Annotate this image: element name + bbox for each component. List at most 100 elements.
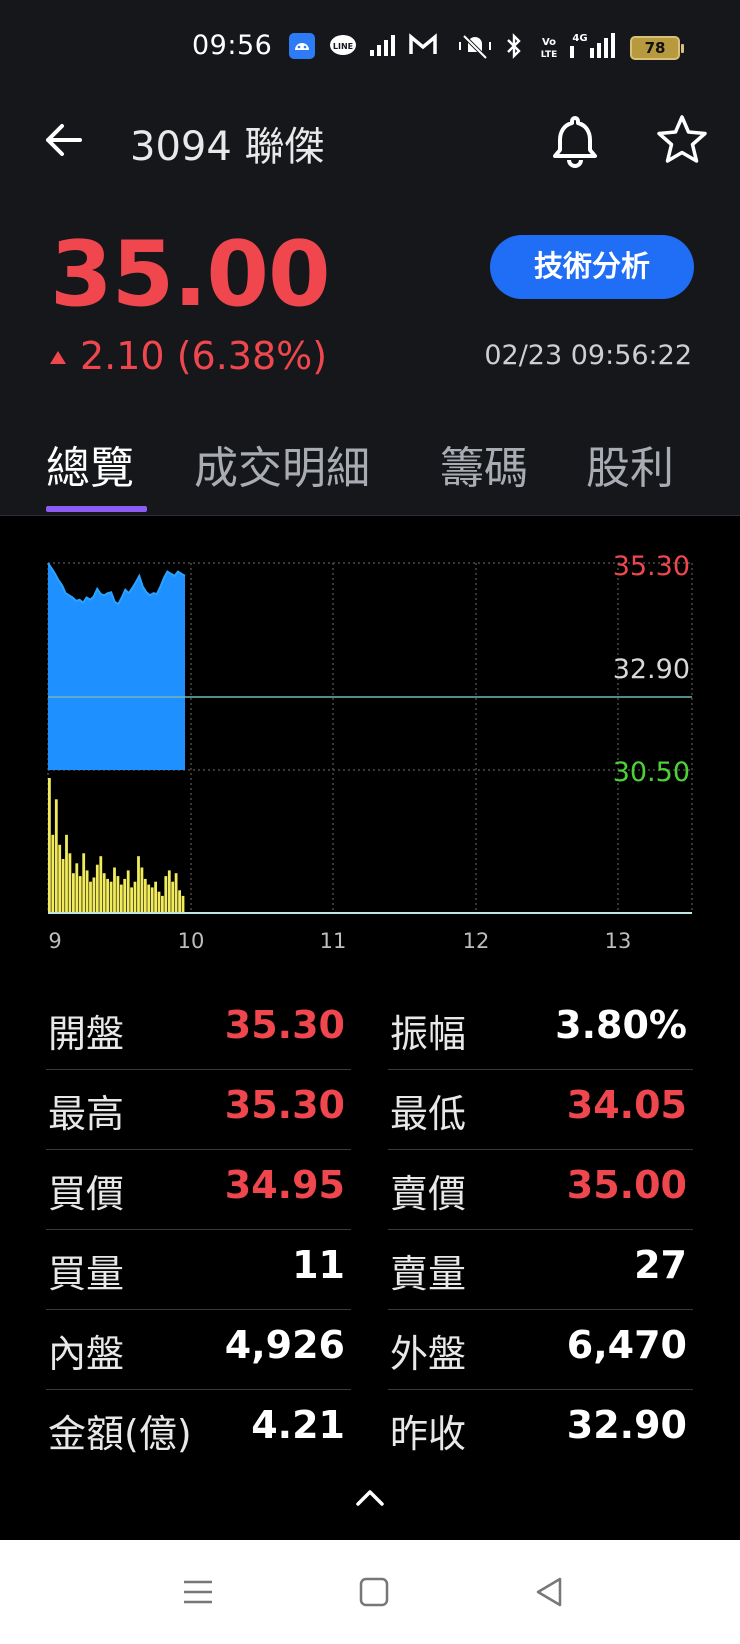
tab-dividends[interactable]: 股利: [586, 432, 674, 496]
volume-bar: [150, 887, 154, 913]
alert-button[interactable]: [548, 112, 602, 168]
volume-bar: [89, 881, 92, 913]
stat-label: 內盤: [48, 1332, 125, 1376]
volume-bar: [82, 853, 86, 913]
stat-value: 6,470: [566, 1323, 687, 1367]
stat-amplitude: 振幅 3.80%: [388, 990, 693, 1070]
recent-apps-button[interactable]: [176, 1570, 220, 1614]
square-icon: [359, 1577, 389, 1607]
volume-bar: [133, 881, 137, 913]
tab-chips[interactable]: 籌碼: [440, 432, 528, 496]
stat-value: 34.05: [566, 1083, 687, 1127]
battery-icon: 78: [630, 36, 684, 60]
volume-bar: [171, 881, 175, 913]
volume-bar: [99, 856, 103, 913]
stat-outer-volume: 外盤 6,470: [388, 1310, 693, 1390]
back-nav-button[interactable]: [528, 1570, 572, 1614]
stat-label: 買價: [48, 1172, 125, 1216]
x-label-9: 9: [48, 929, 61, 953]
android-notification-icon: [288, 32, 316, 64]
stat-value: 11: [292, 1243, 345, 1287]
volume-bar: [123, 878, 127, 913]
stat-ask: 賣價 35.00: [388, 1150, 693, 1230]
volume-bar: [161, 895, 164, 913]
stat-amount: 金額(億) 4.21: [46, 1390, 351, 1470]
stat-label: 昨收: [390, 1412, 467, 1456]
volume-bar: [72, 873, 75, 913]
volume-bar: [167, 870, 171, 913]
star-icon: [657, 115, 707, 163]
stat-label: 振幅: [390, 1012, 467, 1056]
bell-icon: [553, 116, 597, 168]
mute-icon: [458, 32, 492, 64]
intraday-chart: 35.30 32.90 30.50 9 10 11 12 13: [0, 540, 740, 960]
volume-bar: [137, 856, 140, 913]
stat-bid-volume: 買量 11: [46, 1230, 351, 1310]
stat-value: 4,926: [224, 1323, 345, 1367]
stat-value: 34.95: [224, 1163, 345, 1207]
volume-bar: [178, 890, 181, 913]
home-button[interactable]: [352, 1570, 396, 1614]
stat-open: 開盤 35.30: [46, 990, 351, 1070]
volume-bars: [48, 778, 185, 913]
stat-value: 27: [634, 1243, 687, 1287]
favorite-button[interactable]: [654, 112, 710, 168]
price-area: [47, 562, 186, 770]
expand-button[interactable]: [352, 1484, 388, 1510]
stat-value: 32.90: [566, 1403, 687, 1447]
stat-label: 賣價: [390, 1172, 467, 1216]
up-arrow-icon: [50, 351, 66, 364]
stat-inner-volume: 內盤 4,926: [46, 1310, 351, 1390]
signal-bars-icon: [368, 32, 398, 62]
volume-bar: [174, 873, 178, 913]
volume-bar: [147, 884, 151, 913]
volume-bar: [143, 878, 147, 913]
y-label-low: 30.50: [613, 757, 690, 788]
stat-label: 最低: [390, 1092, 467, 1136]
stat-label: 金額(億): [48, 1412, 192, 1456]
x-label-10: 10: [178, 929, 205, 953]
volume-bar: [54, 799, 58, 913]
stat-value: 35.30: [224, 1083, 345, 1127]
tab-overview[interactable]: 總覽: [46, 432, 134, 496]
volume-bar: [154, 881, 157, 913]
y-label-high: 35.30: [613, 551, 690, 582]
volume-bar: [157, 891, 161, 913]
y-label-ref: 32.90: [613, 654, 690, 685]
triangle-back-icon: [536, 1577, 562, 1607]
svg-text:4G: 4G: [572, 33, 587, 44]
back-button[interactable]: [40, 116, 88, 164]
status-time: 09:56: [192, 30, 273, 61]
svg-text:LINE: LINE: [333, 42, 353, 51]
svg-text:LTE: LTE: [541, 50, 558, 60]
quote-timestamp: 02/23 09:56:22: [484, 340, 692, 371]
stock-header: 3094 聯傑 35.00 技術分析 2.10 (6.38%) 02/23 09…: [0, 96, 740, 516]
active-tab-indicator: [46, 506, 147, 512]
intraday-chart-svg: 35.30 32.90 30.50 9 10 11 12 13: [47, 551, 693, 953]
stat-label: 買量: [48, 1252, 125, 1296]
volume-bar: [61, 859, 65, 913]
stat-value: 35.00: [566, 1163, 687, 1207]
x-label-11: 11: [320, 929, 347, 953]
stat-bid: 買價 34.95: [46, 1150, 351, 1230]
volume-bar: [85, 870, 89, 913]
arrow-left-icon: [46, 124, 82, 156]
volume-bar: [113, 867, 116, 913]
gmail-icon: [408, 32, 438, 62]
svg-text:Vo: Vo: [542, 37, 556, 48]
signal-4g-icon: 4G: [566, 30, 618, 64]
volume-bar: [92, 877, 96, 913]
stat-label: 最高: [48, 1092, 125, 1136]
tab-trade-details[interactable]: 成交明細: [194, 432, 370, 496]
volume-bar: [58, 844, 62, 913]
volume-bar: [140, 867, 144, 913]
stock-title: 3094 聯傑: [130, 124, 325, 170]
line-icon: LINE: [328, 32, 358, 64]
technical-analysis-button[interactable]: 技術分析: [490, 235, 694, 299]
x-label-13: 13: [605, 929, 632, 953]
header-divider: [0, 515, 740, 516]
stat-value: 35.30: [224, 1003, 345, 1047]
volume-bar: [181, 895, 185, 913]
volume-bar: [164, 876, 168, 913]
volume-bar: [78, 876, 82, 913]
